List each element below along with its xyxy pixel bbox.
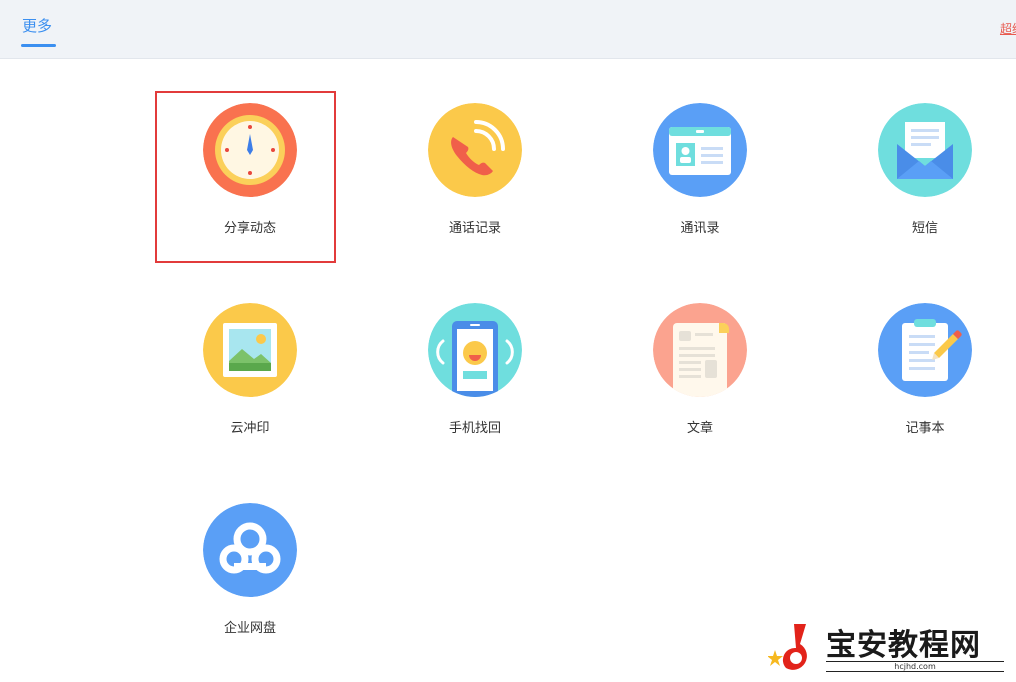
app-label: 通讯录	[680, 221, 720, 236]
contact-card-icon	[653, 103, 747, 197]
document-icon	[653, 303, 747, 397]
app-notepad[interactable]: 记事本	[850, 293, 1000, 443]
app-find-phone[interactable]: 手机找回	[400, 293, 550, 443]
app-label: 手机找回	[448, 421, 501, 436]
phone-icon	[428, 103, 522, 197]
clock-icon	[203, 103, 297, 197]
cloud-icon	[203, 503, 297, 597]
app-cloud-print[interactable]: 云冲印	[175, 293, 325, 443]
app-label: 分享动态	[223, 221, 276, 236]
app-label: 文章	[686, 421, 713, 436]
watermark-url: hcjhd.com	[826, 661, 1004, 672]
envelope-icon	[878, 103, 972, 197]
notepad-icon	[878, 303, 972, 397]
app-label: 记事本	[905, 421, 945, 436]
app-label: 短信	[911, 221, 938, 236]
app-articles[interactable]: 文章	[625, 293, 775, 443]
app-label: 云冲印	[230, 421, 270, 436]
app-share-updates[interactable]: 分享动态	[175, 93, 325, 243]
app-label: 通话记录	[448, 221, 501, 236]
logo-mark-icon	[767, 624, 807, 670]
photo-icon	[203, 303, 297, 397]
app-grid: 分享动态 通话记录 通讯录 短信 云冲印 手机找回 文章 记事本 企业网盘	[0, 0, 1016, 682]
phone-smile-icon	[428, 303, 522, 397]
app-sms[interactable]: 短信	[850, 93, 1000, 243]
watermark-logo: 宝安教程网 hcjhd.com	[767, 620, 1008, 676]
app-contacts[interactable]: 通讯录	[625, 93, 775, 243]
watermark-title: 宝安教程网	[826, 628, 981, 663]
app-label: 企业网盘	[223, 621, 276, 636]
app-call-log[interactable]: 通话记录	[400, 93, 550, 243]
app-enterprise-disk[interactable]: 企业网盘	[175, 493, 325, 643]
